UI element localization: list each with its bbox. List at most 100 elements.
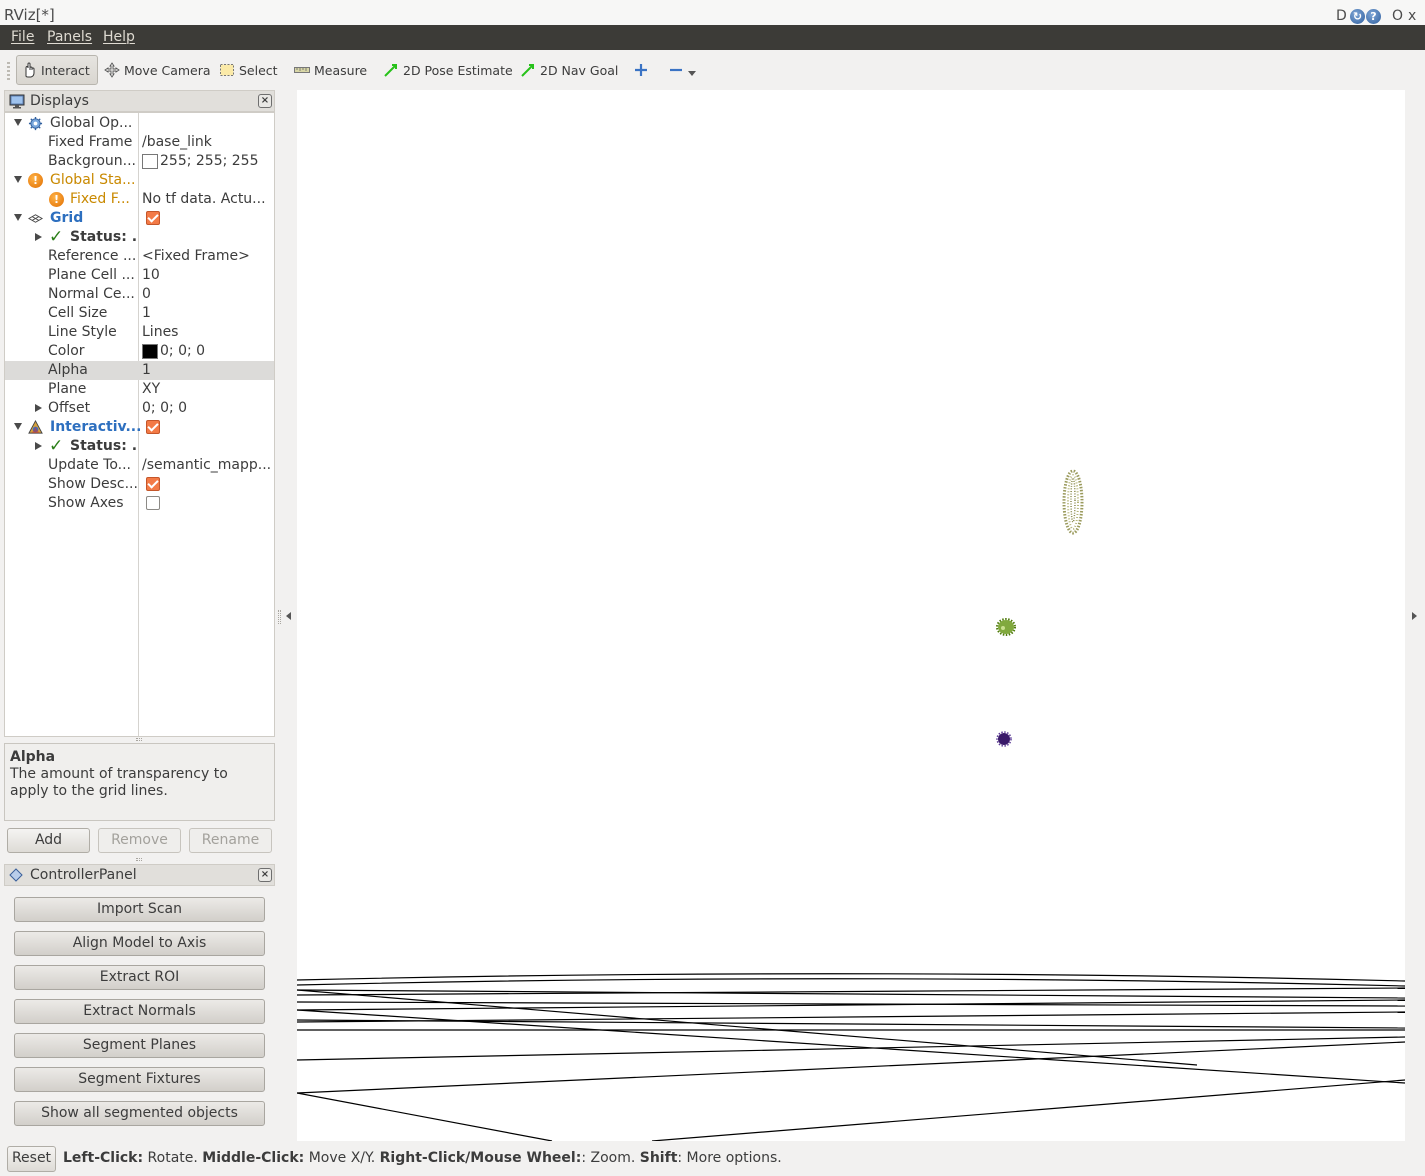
color-swatch[interactable] — [142, 344, 158, 359]
tree-row-name: Fixed F... — [70, 191, 130, 207]
tree-row-interactive-status[interactable]: ✓ Status: ... — [5, 437, 274, 456]
menu-file[interactable]: File — [11, 29, 34, 46]
tree-row-normal-cell-count[interactable]: Normal Ce... 0 — [5, 285, 274, 304]
segment-fixtures-button[interactable]: Segment Fixtures — [14, 1067, 265, 1092]
tool-measure[interactable]: Measure — [294, 55, 367, 85]
tool-2d-nav-goal[interactable]: 2D Nav Goal — [520, 55, 618, 85]
tree-row-fixed-frame[interactable]: Fixed Frame /base_link — [5, 133, 274, 152]
alpha-value[interactable]: 1 — [142, 362, 272, 379]
background-color-value[interactable]: 255; 255; 255 — [160, 153, 274, 170]
tree-row-interactive-markers[interactable]: Interactiv... — [5, 418, 274, 437]
color-swatch[interactable] — [142, 154, 158, 169]
tree-row-line-style[interactable]: Line Style Lines — [5, 323, 274, 342]
add-display-button[interactable]: Add — [7, 828, 90, 853]
tree-row-global-status[interactable]: ! Global Sta... — [5, 171, 274, 190]
reference-frame-value[interactable]: <Fixed Frame> — [142, 248, 272, 265]
extract-roi-button[interactable]: Extract ROI — [14, 965, 265, 990]
tree-row-name: Interactiv... — [50, 419, 140, 435]
add-tool-button[interactable] — [633, 55, 653, 85]
remove-display-button[interactable]: Remove — [98, 828, 181, 853]
menu-help[interactable]: Help — [103, 29, 135, 46]
tool-move-camera[interactable]: Move Camera — [104, 55, 211, 85]
tree-row-update-topic[interactable]: Update To... /semantic_mapp... — [5, 456, 274, 475]
tool-2d-pose-estimate[interactable]: 2D Pose Estimate — [383, 55, 513, 85]
expand-arrow-icon[interactable] — [14, 423, 22, 430]
tree-row-plane[interactable]: Plane XY — [5, 380, 274, 399]
window-control-o[interactable]: O — [1392, 8, 1403, 24]
help-icon[interactable]: ? — [1366, 9, 1381, 24]
collapse-left-arrow-icon[interactable] — [286, 612, 291, 620]
vertical-splitter-handle[interactable] — [278, 610, 281, 624]
expand-arrow-icon[interactable] — [14, 119, 22, 126]
fixed-frame-value[interactable]: /base_link — [142, 134, 272, 151]
tree-row-plane-cell-count[interactable]: Plane Cell ... 10 — [5, 266, 274, 285]
offset-value[interactable]: 0; 0; 0 — [142, 400, 272, 417]
tree-row-name: Show Axes — [48, 495, 124, 511]
close-icon[interactable]: × — [258, 868, 272, 882]
rename-display-button[interactable]: Rename — [189, 828, 272, 853]
import-scan-button[interactable]: Import Scan — [14, 897, 265, 922]
tree-row-fixed-frame-status[interactable]: ! Fixed F... No tf data. Actu... — [5, 190, 274, 209]
tree-row-grid[interactable]: Grid — [5, 209, 274, 228]
interactive-markers-enabled-checkbox[interactable] — [146, 420, 160, 434]
plane-cell-count-value[interactable]: 10 — [142, 267, 272, 284]
expand-arrow-icon[interactable] — [35, 442, 42, 450]
collapse-right-arrow-icon[interactable] — [1412, 612, 1417, 620]
segment-planes-button[interactable]: Segment Planes — [14, 1033, 265, 1058]
show-axes-checkbox[interactable] — [146, 496, 160, 510]
gear-icon — [28, 116, 43, 131]
tree-row-name: Fixed Frame — [48, 134, 133, 150]
tree-row-reference-frame[interactable]: Reference ... <Fixed Frame> — [5, 247, 274, 266]
reset-view-button[interactable]: Reset — [7, 1146, 56, 1172]
align-model-button[interactable]: Align Model to Axis — [14, 931, 265, 956]
extract-normals-button[interactable]: Extract Normals — [14, 999, 265, 1024]
grid-icon — [27, 211, 44, 226]
pointcloud-object-purple[interactable] — [996, 731, 1012, 747]
splitter-handle[interactable] — [136, 858, 142, 861]
splitter-handle[interactable] — [136, 738, 142, 741]
normal-cell-count-value[interactable]: 0 — [142, 286, 272, 303]
tree-row-alpha[interactable]: Alpha 1 — [5, 361, 274, 380]
tree-row-background-color[interactable]: Backgroun... 255; 255; 255 — [5, 152, 274, 171]
expand-arrow-icon[interactable] — [35, 233, 42, 241]
close-icon[interactable]: × — [258, 94, 272, 108]
line-style-value[interactable]: Lines — [142, 324, 272, 341]
displays-panel-title: Displays — [30, 93, 89, 109]
expand-arrow-icon[interactable] — [14, 176, 22, 183]
tree-row-name: Status: ... — [70, 229, 136, 245]
green-arrow-icon — [520, 62, 536, 78]
pointcloud-object-olive[interactable] — [1062, 469, 1084, 535]
refresh-icon[interactable]: ↻ — [1350, 9, 1365, 24]
tree-row-global-options[interactable]: Global Op... — [5, 114, 274, 133]
show-segmented-objects-button[interactable]: Show all segmented objects — [14, 1101, 265, 1126]
expand-arrow-icon[interactable] — [35, 404, 42, 412]
render-viewport[interactable] — [297, 90, 1405, 1141]
tree-row-grid-status[interactable]: ✓ Status: ... — [5, 228, 274, 247]
grid-enabled-checkbox[interactable] — [146, 211, 160, 225]
tree-row-show-descriptions[interactable]: Show Desc... — [5, 475, 274, 494]
window-control-d[interactable]: D — [1336, 8, 1347, 24]
pointcloud-object-green[interactable] — [996, 618, 1016, 636]
toolbar-grip[interactable] — [7, 62, 10, 80]
expand-arrow-icon[interactable] — [14, 214, 22, 221]
hint-left-click-desc: Rotate. — [143, 1150, 203, 1166]
remove-tool-button[interactable] — [668, 55, 696, 85]
close-window-button[interactable]: x — [1408, 8, 1416, 24]
update-topic-value[interactable]: /semantic_mapp... — [142, 457, 272, 474]
cell-size-value[interactable]: 1 — [142, 305, 272, 322]
tool-select[interactable]: Select — [219, 55, 278, 85]
tree-row-cell-size[interactable]: Cell Size 1 — [5, 304, 274, 323]
tree-row-name: Cell Size — [48, 305, 108, 321]
warning-icon: ! — [28, 173, 43, 188]
menu-panels[interactable]: Panels — [47, 29, 92, 46]
plane-value[interactable]: XY — [142, 381, 272, 398]
tree-row-name: Global Sta... — [50, 172, 136, 188]
show-descriptions-checkbox[interactable] — [146, 477, 160, 491]
tree-row-color[interactable]: Color 0; 0; 0 — [5, 342, 274, 361]
tree-row-name: Offset — [48, 400, 91, 416]
tool-measure-label: Measure — [314, 62, 368, 78]
tree-row-offset[interactable]: Offset 0; 0; 0 — [5, 399, 274, 418]
color-value[interactable]: 0; 0; 0 — [160, 343, 274, 360]
tree-row-show-axes[interactable]: Show Axes — [5, 494, 274, 513]
tool-interact[interactable]: Interact — [16, 55, 98, 85]
